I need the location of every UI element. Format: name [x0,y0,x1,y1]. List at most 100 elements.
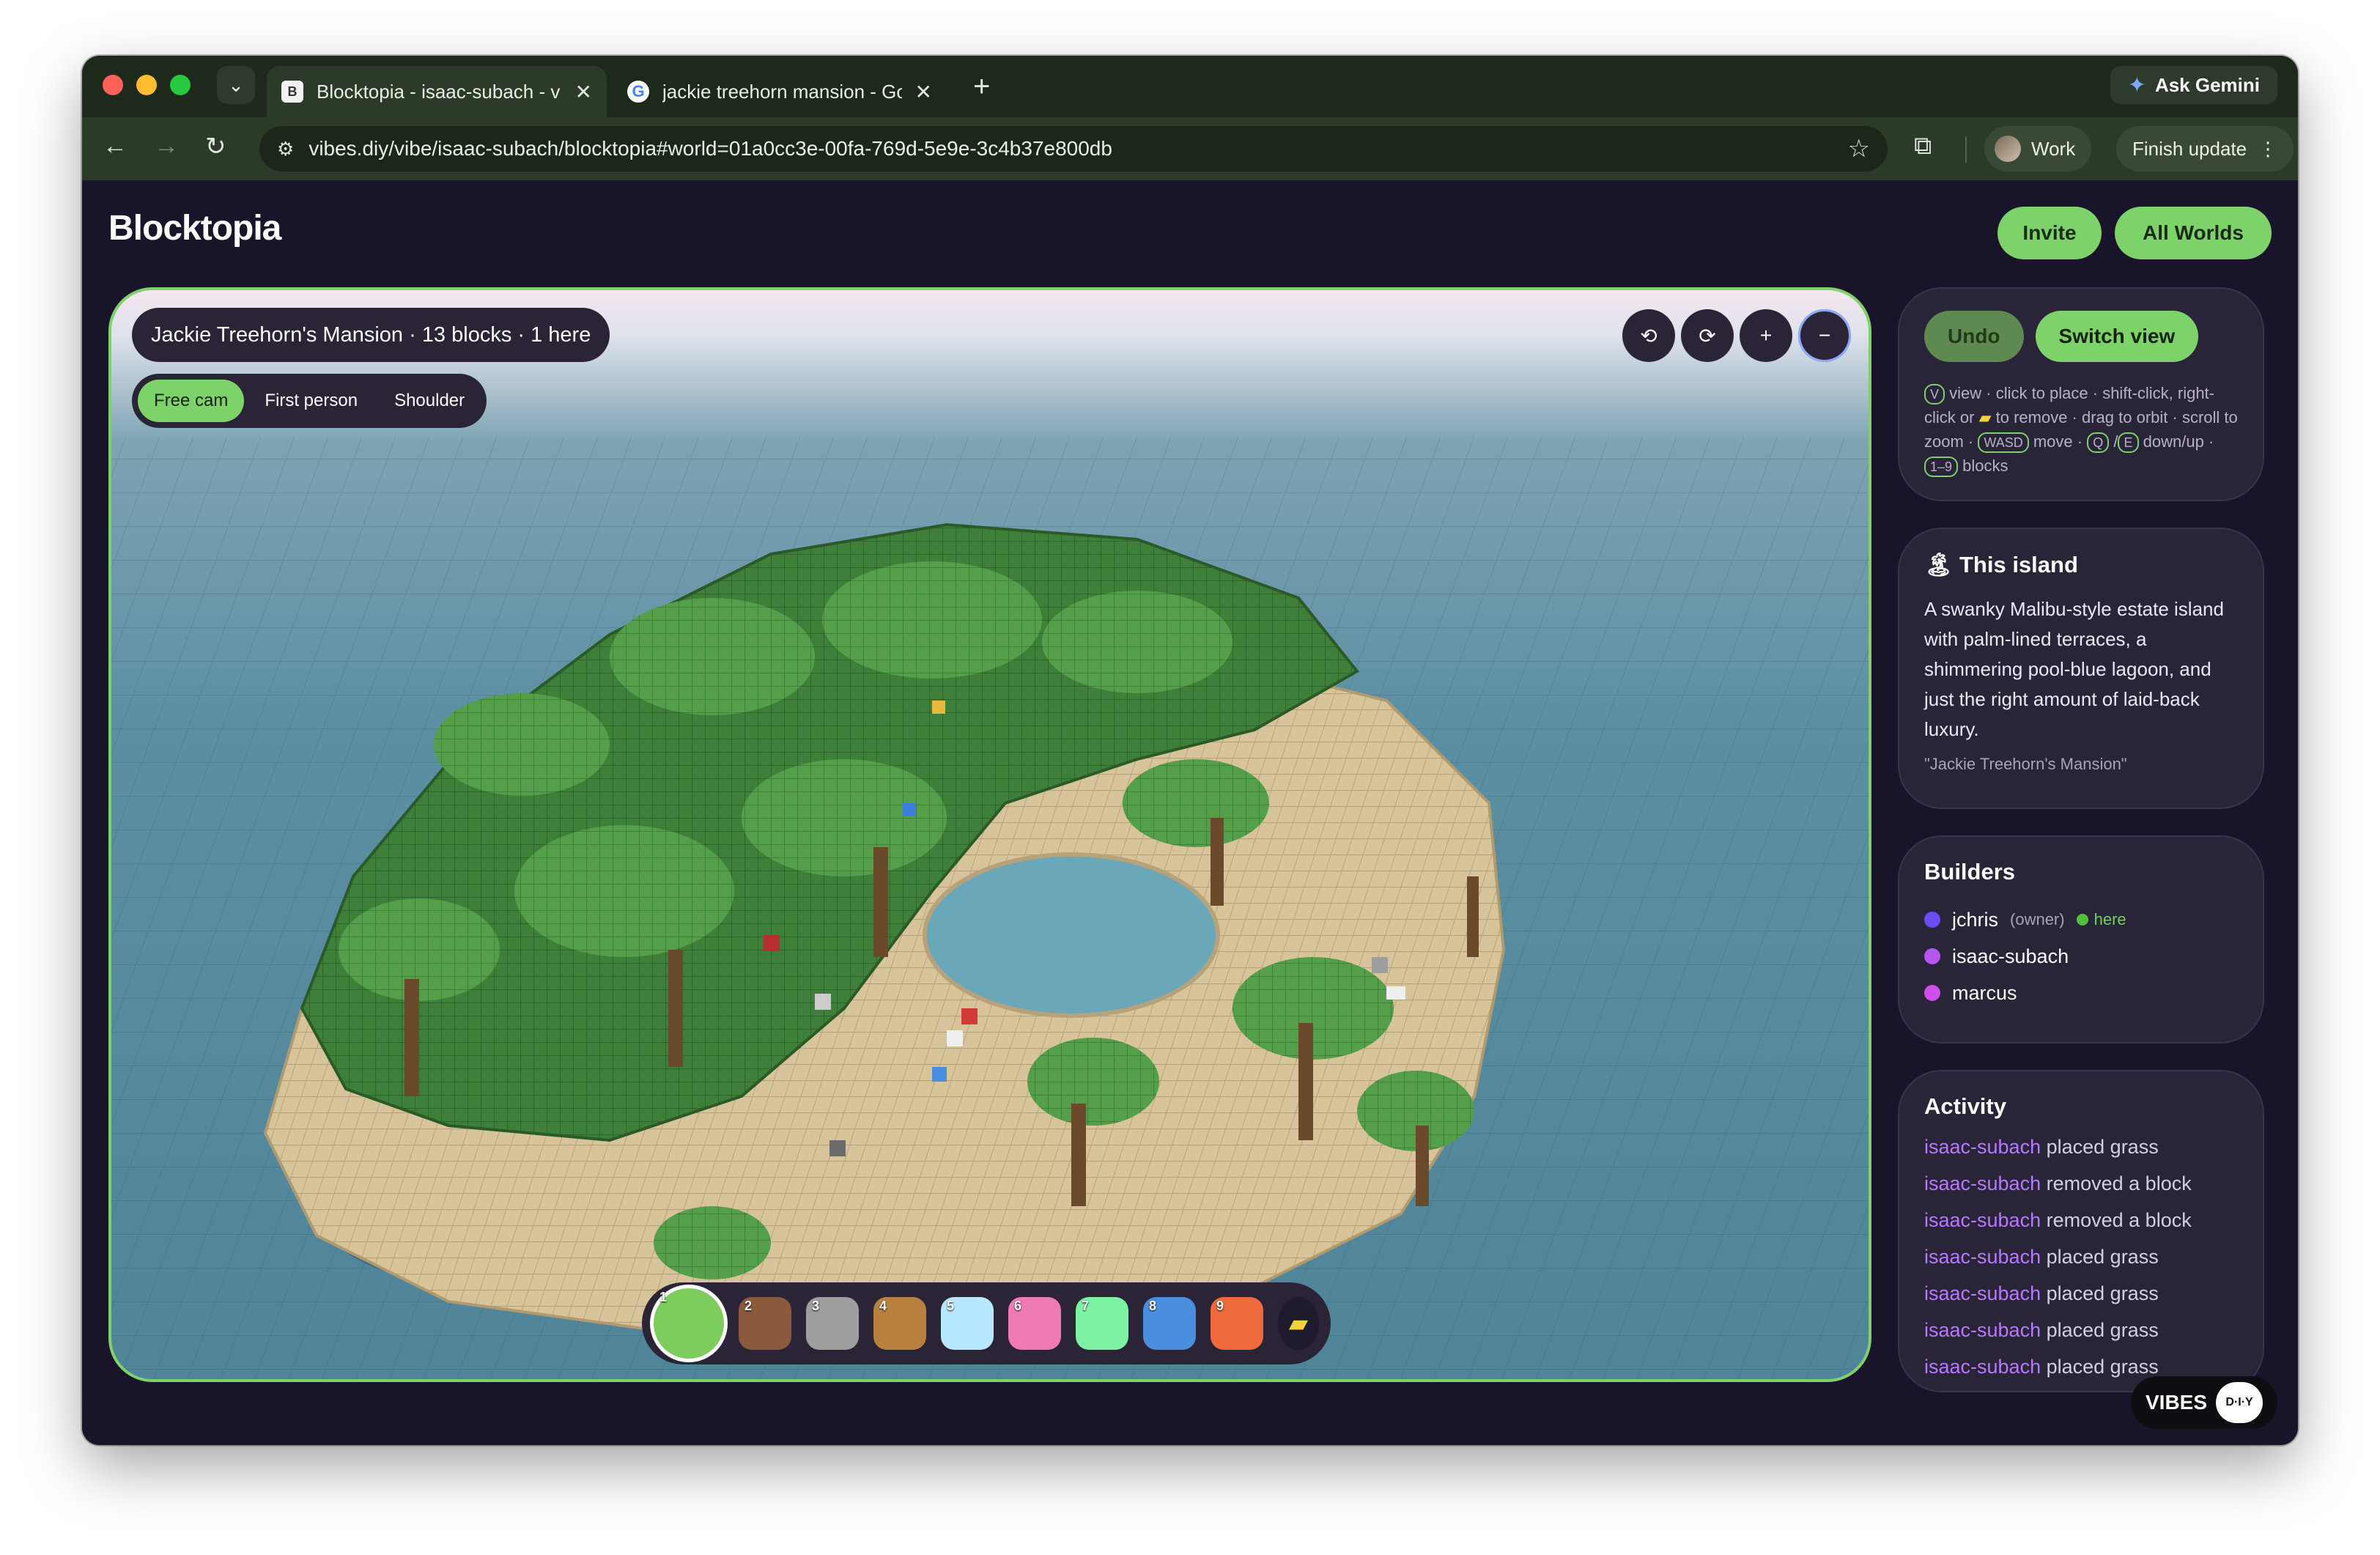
palette-swatch-1[interactable]: 1 [654,1288,724,1359]
key-q: Q [2087,432,2110,453]
vibes-diy-badge[interactable]: VIBES D·I·Y [2131,1376,2277,1429]
key-e: E [2118,432,2139,453]
google-favicon-icon: G [627,81,649,103]
builder-name: marcus [1952,981,2017,1004]
activity-user[interactable]: isaac-subach [1924,1282,2041,1304]
swatch-number: 1 [659,1290,668,1304]
palette-swatch-7[interactable]: 7 [1076,1297,1128,1350]
back-arrow-icon[interactable]: ← [103,132,128,160]
world-viewport-canvas[interactable]: Jackie Treehorn's Mansion · 13 blocks · … [108,287,1871,1382]
swatch-number: 8 [1149,1299,1157,1313]
maximize-window-button[interactable] [170,75,191,95]
blocktopia-favicon-icon: B [281,81,303,103]
palette-swatch-6[interactable]: 6 [1008,1297,1061,1350]
ask-gemini-button[interactable]: ✦ Ask Gemini [2110,66,2277,104]
activity-card: Activity isaac-subach placed grass isaac-… [1898,1070,2264,1392]
minimize-window-button[interactable] [136,75,157,95]
tab-search-button[interactable]: ⌄ [217,66,255,104]
zoom-in-button[interactable]: + [1740,309,1792,362]
camera-free-cam-button[interactable]: Free cam [138,380,245,422]
activity-item: isaac-subach placed grass [1924,1282,2238,1319]
key-wasd: WASD [1978,432,2029,453]
gemini-sparkle-icon: ✦ [2127,73,2146,97]
activity-action: placed grass [2046,1282,2159,1304]
camera-mode-group: Free cam First person Shoulder [132,374,487,428]
activity-user[interactable]: isaac-subach [1924,1209,2041,1231]
finish-update-label: Finish update [2132,137,2247,160]
close-tab-icon[interactable]: ✕ [915,80,932,104]
tab-title: Blocktopia - isaac-subach - v [317,80,561,103]
camera-shoulder-button[interactable]: Shoulder [378,380,481,422]
activity-item: isaac-subach placed grass [1924,1136,2238,1172]
palette-swatch-8[interactable]: 8 [1143,1297,1196,1350]
forward-arrow-icon[interactable]: → [154,132,179,160]
builder-row: isaac-subach [1924,938,2238,975]
browser-window: ⌄ B Blocktopia - isaac-subach - v ✕ G ja… [82,56,2298,1445]
activity-user[interactable]: isaac-subach [1924,1136,2041,1158]
camera-first-person-button[interactable]: First person [248,380,374,422]
palette-swatch-9[interactable]: 9 [1211,1297,1263,1350]
tab-title: jackie treehorn mansion - Go [662,80,902,103]
bookmark-star-icon[interactable]: ☆ [1848,134,1870,163]
new-tab-plus-icon[interactable]: + [973,70,990,103]
tab-google-search[interactable]: G jackie treehorn mansion - Go ✕ [613,66,947,117]
invite-button[interactable]: Invite [1998,207,2102,259]
undo-button[interactable]: Undo [1924,311,2024,362]
owner-tag: (owner) [2010,910,2065,928]
controls-card: Undo Switch view V view · click to place… [1898,287,2264,501]
activity-action: placed grass [2046,1356,2159,1378]
presence-dot [2076,914,2088,926]
zoom-out-button[interactable]: − [1798,309,1851,362]
eraser-icon: ▰ [1978,408,1992,426]
builders-title: Builders [1924,859,2016,884]
swatch-number: 2 [744,1299,753,1313]
activity-item: isaac-subach removed a block [1924,1209,2238,1246]
palette-swatch-4[interactable]: 4 [873,1297,926,1350]
swatch-number: 5 [947,1299,955,1313]
plus-icon: + [1759,324,1773,347]
close-window-button[interactable] [103,75,123,95]
profile-label: Work [2031,137,2076,160]
switch-view-button[interactable]: Switch view [2035,311,2199,362]
palette-swatch-3[interactable]: 3 [806,1297,859,1350]
extensions-puzzle-icon[interactable]: ⧉ [1914,132,1932,160]
profile-button[interactable]: Work [1984,126,2092,171]
swatch-number: 7 [1082,1299,1090,1313]
close-tab-icon[interactable]: ✕ [575,80,592,104]
activity-user[interactable]: isaac-subach [1924,1319,2041,1341]
activity-action: placed grass [2046,1136,2159,1158]
activity-list: isaac-subach placed grass isaac-subach re… [1924,1136,2238,1391]
palette-swatch-5[interactable]: 5 [941,1297,994,1350]
activity-user[interactable]: isaac-subach [1924,1356,2041,1378]
toolbar-divider [1965,136,1967,163]
eraser-icon[interactable]: ▰ [1278,1297,1319,1350]
ask-gemini-label: Ask Gemini [2154,73,2260,96]
address-bar[interactable]: ⚙ vibes.diy/vibe/isaac-subach/blocktopia… [259,126,1888,171]
builder-row: jchris (owner) here [1924,901,2238,938]
activity-user[interactable]: isaac-subach [1924,1172,2041,1194]
tab-blocktopia[interactable]: B Blocktopia - isaac-subach - v ✕ [267,66,607,117]
builder-name: isaac-subach [1952,945,2069,967]
activity-item: isaac-subach placed grass [1924,1319,2238,1356]
builder-row: marcus [1924,975,2238,1011]
site-info-icon[interactable]: ⚙ [277,138,294,160]
key-1-9: 1–9 [1924,457,1959,477]
voxel-island-scene[interactable] [111,290,1869,1379]
rotate-right-button[interactable]: ⟳ [1681,309,1734,362]
hint-text: move · [2033,432,2083,451]
diy-logo: D·I·Y [2216,1382,2263,1423]
activity-user[interactable]: isaac-subach [1924,1246,2041,1268]
builders-list: jchris (owner) here isaac-subach marcus [1924,901,2238,1011]
island-description: A swanky Malibu-style estate island with… [1924,598,2224,740]
rotate-right-icon: ⟳ [1699,324,1716,347]
finish-update-button[interactable]: Finish update ⋮ [2116,126,2294,171]
builder-color-dot [1924,912,1940,928]
all-worlds-button[interactable]: All Worlds [2115,207,2272,259]
key-v: V [1924,384,1945,405]
hint-text: blocks [1962,457,2008,475]
url-text[interactable]: vibes.diy/vibe/isaac-subach/blocktopia#w… [308,137,1833,160]
rotate-left-button[interactable]: ⟲ [1622,309,1675,362]
chevron-down-icon: ⌄ [228,73,244,96]
reload-icon[interactable]: ↻ [205,132,226,161]
palette-swatch-2[interactable]: 2 [739,1297,791,1350]
